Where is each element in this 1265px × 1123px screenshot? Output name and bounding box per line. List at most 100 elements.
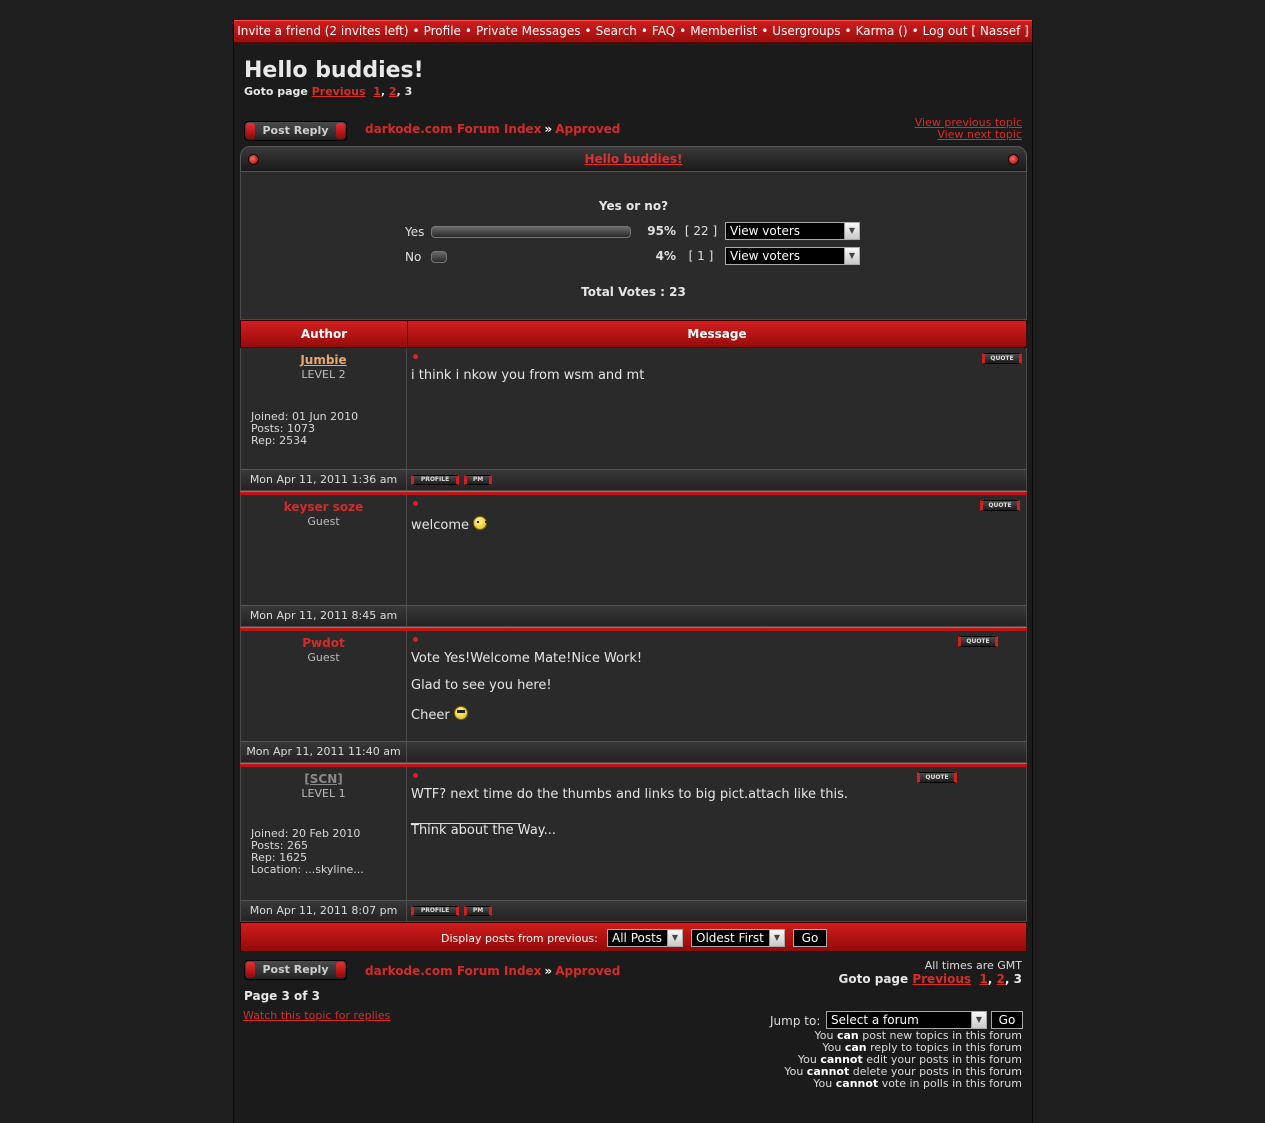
poll-result-bar xyxy=(431,251,447,263)
view-voters-value: View voters xyxy=(730,224,801,238)
breadcrumb-separator: » xyxy=(544,964,553,978)
timezone-note: All times are GMT xyxy=(924,959,1022,972)
dropdown-arrow-icon: ▼ xyxy=(844,223,859,239)
post-text: i think i nkow you from wsm and mt xyxy=(411,368,645,383)
profile-button[interactable]: PROFILE xyxy=(411,906,459,916)
jump-go-button[interactable]: Go xyxy=(991,1011,1023,1029)
forum-permissions: You can post new topics in this forum Yo… xyxy=(784,1030,1022,1090)
post-row: Pwdot Guest QUOTE Vote Yes!Welcome Mate!… xyxy=(240,631,1027,741)
goto-previous-link[interactable]: Previous xyxy=(312,85,366,98)
post-body: WTF? next time do the thumbs and links t… xyxy=(411,787,848,838)
quote-button[interactable]: QUOTE xyxy=(958,636,998,647)
post-footer-buttons xyxy=(407,606,1026,626)
post-row: keyser soze Guest QUOTE welcome xyxy=(240,495,1027,605)
nav-faq[interactable]: FAQ xyxy=(652,24,675,38)
post-date: Mon Apr 11, 2011 8:45 am xyxy=(241,606,407,626)
goto-current-page: 3 xyxy=(1013,972,1022,986)
nav-logout[interactable]: Log out [ Nassef ] xyxy=(923,24,1029,38)
poll-box: Yes or no? Yes 95% [ 22 ] View voters ▼ N… xyxy=(240,172,1027,320)
post-author-info: Joined: 20 Feb 2010 Posts: 265 Rep: 1625… xyxy=(251,828,364,876)
post-message-cell: QUOTE welcome xyxy=(407,495,1026,605)
nav-private-messages[interactable]: Private Messages xyxy=(476,24,581,38)
top-navigation: Invite a friend (2 invites left) • Profile… xyxy=(234,20,1032,43)
goto-label: Goto page xyxy=(838,972,909,986)
post-footer-buttons: PROFILE PM xyxy=(407,901,1026,921)
goto-previous-link[interactable]: Previous xyxy=(912,972,971,986)
pm-button[interactable]: PM xyxy=(464,906,492,916)
nav-sep: • xyxy=(412,24,420,38)
goto-page-2-link[interactable]: 2 xyxy=(389,85,397,98)
post-footer-buttons xyxy=(407,742,1026,762)
posts-period-select[interactable]: All Posts ▼ xyxy=(607,929,683,947)
nav-invite[interactable]: Invite a friend (2 invites left) xyxy=(237,24,408,38)
quote-button[interactable]: QUOTE xyxy=(980,500,1020,511)
post-author-name[interactable]: Pwdot xyxy=(241,636,406,650)
post-message-cell: QUOTE i think i nkow you from wsm and mt xyxy=(407,348,1026,469)
goto-page-1-link[interactable]: 1 xyxy=(979,972,987,986)
page-wrapper: Invite a friend (2 invites left) • Profile… xyxy=(233,20,1033,1123)
topic-panel: Hello buddies! Yes or no? Yes 95% [ 22 ]… xyxy=(240,146,1027,952)
poll-option-yes: Yes 95% [ 22 ] View voters ▼ xyxy=(241,222,1026,242)
watch-topic-link[interactable]: Watch this topic for replies xyxy=(243,1009,390,1022)
nav-profile[interactable]: Profile xyxy=(424,24,461,38)
goto-page-1-link[interactable]: 1 xyxy=(373,85,381,98)
post-author-name[interactable]: Jumbie xyxy=(241,353,406,367)
perm-you: You xyxy=(784,1065,804,1078)
signature-text: Think about the Way... xyxy=(411,823,557,838)
post-reply-button-top[interactable]: Post Reply xyxy=(244,121,347,141)
nav-memberlist[interactable]: Memberlist xyxy=(690,24,757,38)
nav-usergroups[interactable]: Usergroups xyxy=(772,24,840,38)
post-body: i think i nkow you from wsm and mt xyxy=(411,368,644,383)
sort-order-select[interactable]: Oldest First ▼ xyxy=(691,929,785,947)
goto-page-bottom: Goto page Previous 1, 2, 3 xyxy=(838,972,1022,986)
bottom-right-info: All times are GMT Goto page Previous 1, … xyxy=(838,959,1022,986)
bar-dot-right xyxy=(1008,154,1019,165)
smiley-icon xyxy=(473,516,488,530)
poll-option-label: No xyxy=(405,250,422,264)
goto-page-top: Goto page Previous 1, 2, 3 xyxy=(244,85,413,98)
post-row: Jumbie LEVEL 2 Joined: 01 Jun 2010 Posts… xyxy=(240,348,1027,469)
jump-forum-select[interactable]: Select a forum ▼ xyxy=(826,1011,987,1029)
poll-option-label: Yes xyxy=(405,225,425,239)
post-footer: Mon Apr 11, 2011 1:36 am PROFILE PM xyxy=(240,469,1027,491)
post-icon xyxy=(413,501,418,506)
post-author-level: Guest xyxy=(307,515,340,528)
goto-current-page: 3 xyxy=(404,85,413,98)
breadcrumb-index-link[interactable]: darkode.com Forum Index xyxy=(365,964,541,978)
jump-to-label: Jump to: xyxy=(770,1014,821,1028)
goto-page-2-link[interactable]: 2 xyxy=(997,972,1005,986)
view-voters-select[interactable]: View voters ▼ xyxy=(725,247,860,265)
dropdown-arrow-icon: ▼ xyxy=(667,930,682,946)
nav-karma[interactable]: Karma () xyxy=(856,24,908,38)
view-voters-select[interactable]: View voters ▼ xyxy=(725,222,860,240)
nav-sep: • xyxy=(464,24,472,38)
post-date: Mon Apr 11, 2011 8:07 pm xyxy=(241,901,407,921)
poll-result-bar xyxy=(431,226,631,238)
post-icon xyxy=(413,773,418,778)
post-author-name[interactable]: [SCN] xyxy=(241,772,406,786)
post-reply-button-bottom[interactable]: Post Reply xyxy=(244,960,347,980)
post-text: WTF? next time do the thumbs and links t… xyxy=(411,787,849,802)
nav-search[interactable]: Search xyxy=(596,24,637,38)
breadcrumb-forum-link[interactable]: Approved xyxy=(555,122,620,136)
bar-dot-left xyxy=(248,154,259,165)
post-date: Mon Apr 11, 2011 1:36 am xyxy=(241,470,407,490)
topic-title-link[interactable]: Hello buddies! xyxy=(584,152,682,166)
posts-header: Author Message xyxy=(240,320,1027,348)
breadcrumb-forum-link[interactable]: Approved xyxy=(555,964,620,978)
message-column-header: Message xyxy=(407,321,1026,347)
poll-total-votes: Total Votes : 23 xyxy=(581,285,686,299)
pm-button[interactable]: PM xyxy=(464,475,492,485)
post-author-name[interactable]: keyser soze xyxy=(241,500,406,514)
post-date: Mon Apr 11, 2011 11:40 am xyxy=(241,742,407,762)
display-go-button[interactable]: Go xyxy=(793,929,827,947)
view-next-topic-link[interactable]: View next topic xyxy=(915,129,1022,141)
breadcrumb-index-link[interactable]: darkode.com Forum Index xyxy=(365,122,541,136)
quote-button[interactable]: QUOTE xyxy=(917,772,957,783)
profile-button[interactable]: PROFILE xyxy=(411,475,459,485)
post-footer-buttons: PROFILE PM xyxy=(407,470,1026,490)
post-author-level: LEVEL 2 xyxy=(301,368,346,381)
post-author-cell: keyser soze Guest xyxy=(241,495,407,605)
view-voters-value: View voters xyxy=(730,249,801,263)
quote-button[interactable]: QUOTE xyxy=(982,353,1022,364)
